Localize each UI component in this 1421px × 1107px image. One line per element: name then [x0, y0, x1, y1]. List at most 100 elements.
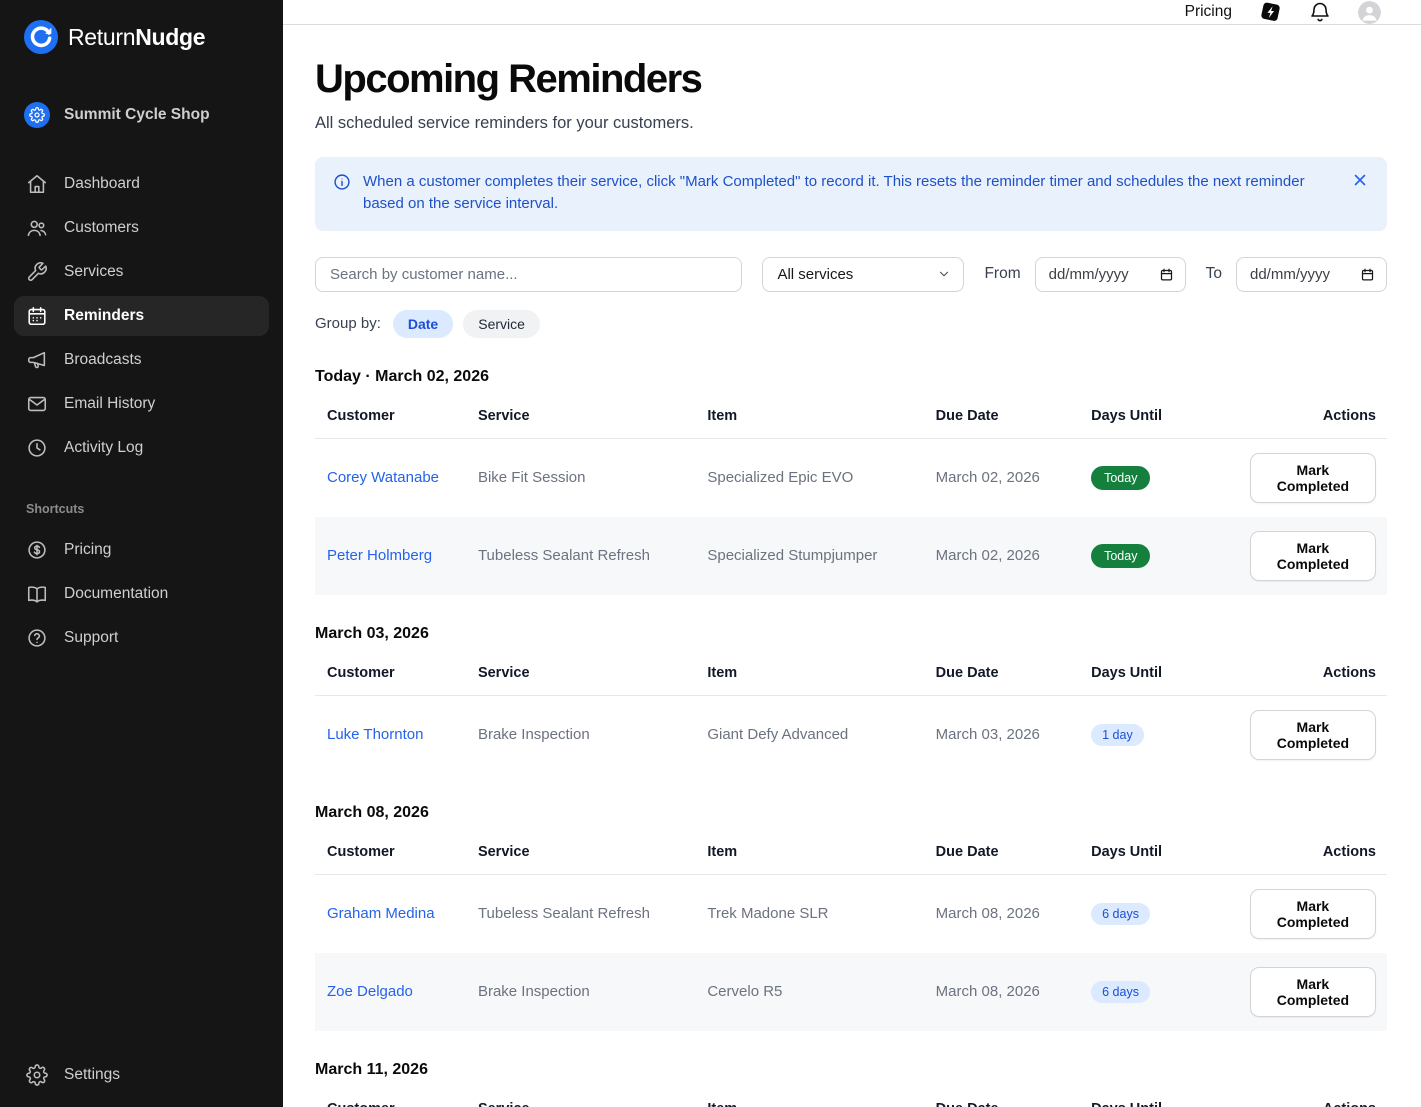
column-header-customer: Customer: [315, 647, 478, 696]
sidebar-item-email-history[interactable]: Email History: [14, 384, 269, 424]
info-banner: When a customer completes their service,…: [315, 157, 1387, 231]
home-icon: [26, 173, 48, 195]
sidebar-item-broadcasts[interactable]: Broadcasts: [14, 340, 269, 380]
reminder-group: Today · March 02, 2026CustomerServiceIte…: [315, 368, 1387, 595]
group-by-pill-date[interactable]: Date: [393, 310, 453, 338]
service-cell: Brake Inspection: [478, 695, 707, 774]
shortcut-item-documentation[interactable]: Documentation: [14, 574, 269, 614]
table-row: Luke Thornton Brake InspectionGiant Defy …: [315, 695, 1387, 774]
app-logo-text: ReturnNudge: [68, 24, 205, 51]
sidebar-item-label: Pricing: [64, 541, 111, 559]
column-header-due-date: Due Date: [936, 390, 1091, 439]
reminder-group: March 11, 2026CustomerServiceItemDue Dat…: [315, 1061, 1387, 1107]
notifications-bell-icon[interactable]: [1308, 0, 1332, 24]
sidebar-item-services[interactable]: Services: [14, 252, 269, 292]
customer-link[interactable]: Corey Watanabe: [327, 469, 439, 486]
item-cell: Trek Madone SLR: [707, 874, 935, 953]
column-header-service: Service: [478, 1083, 707, 1107]
sidebar: ReturnNudge Summit Cycle Shop Dashboard C…: [0, 0, 283, 1107]
column-header-due-date: Due Date: [936, 647, 1091, 696]
days-until-badge: 6 days: [1091, 981, 1150, 1003]
column-header-item: Item: [707, 647, 935, 696]
due-date-cell: March 08, 2026: [936, 953, 1091, 1031]
to-label: To: [1206, 265, 1222, 283]
search-input[interactable]: [315, 257, 742, 292]
book-icon: [26, 583, 48, 605]
page-subtitle: All scheduled service reminders for your…: [315, 114, 1387, 133]
customer-link[interactable]: Graham Medina: [327, 905, 435, 922]
due-date-cell: March 08, 2026: [936, 874, 1091, 953]
service-filter-select[interactable]: All services: [762, 257, 964, 292]
main-area: Pricing Upcoming Reminders All scheduled…: [283, 0, 1421, 1107]
customer-link[interactable]: Luke Thornton: [327, 726, 423, 743]
to-date-placeholder: dd/mm/yyyy: [1250, 266, 1330, 283]
mark-completed-button[interactable]: Mark Completed: [1250, 453, 1376, 503]
info-icon: [333, 173, 351, 191]
column-header-service: Service: [478, 826, 707, 875]
table-row: Zoe DelgadoBrake InspectionCervelo R5Mar…: [315, 953, 1387, 1031]
shop-name: Summit Cycle Shop: [64, 106, 210, 124]
item-cell: Specialized Epic EVO: [707, 438, 935, 517]
calendar-icon[interactable]: [1159, 267, 1174, 282]
group-by-bar: Group by: Date Service: [315, 310, 1387, 338]
column-header-days-until: Days Until: [1091, 826, 1250, 875]
shortcut-item-pricing[interactable]: Pricing: [14, 530, 269, 570]
mark-completed-button[interactable]: Mark Completed: [1250, 710, 1376, 760]
app-logo[interactable]: ReturnNudge: [14, 14, 269, 60]
from-date-input[interactable]: dd/mm/yyyy: [1035, 257, 1186, 292]
page-title: Upcoming Reminders: [315, 57, 1387, 102]
group-heading: March 03, 2026: [315, 625, 1387, 643]
sidebar-item-customers[interactable]: Customers: [14, 208, 269, 248]
shop-switcher[interactable]: Summit Cycle Shop: [14, 94, 269, 136]
users-icon: [26, 217, 48, 239]
filters-bar: All services From dd/mm/yyyy To dd/mm/yy…: [315, 257, 1387, 292]
group-by-pill-service[interactable]: Service: [463, 310, 540, 338]
shortcut-item-support[interactable]: Support: [14, 618, 269, 658]
sidebar-item-settings[interactable]: Settings: [14, 1055, 269, 1095]
column-header-actions: Actions: [1250, 826, 1387, 875]
column-header-service: Service: [478, 647, 707, 696]
column-header-customer: Customer: [315, 1083, 478, 1107]
service-cell: Tubeless Sealant Refresh: [478, 874, 707, 953]
gear-icon: [26, 1064, 48, 1086]
sidebar-item-reminders[interactable]: Reminders: [14, 296, 269, 336]
calendar-icon: [26, 305, 48, 327]
column-header-item: Item: [707, 390, 935, 439]
topbar-pricing-link[interactable]: Pricing: [1185, 3, 1232, 21]
tools-icon: [26, 261, 48, 283]
mark-completed-button[interactable]: Mark Completed: [1250, 967, 1376, 1017]
customer-link[interactable]: Zoe Delgado: [327, 983, 413, 1000]
group-heading: March 11, 2026: [315, 1061, 1387, 1079]
customer-link[interactable]: Peter Holmberg: [327, 547, 432, 564]
brand-bolt-icon[interactable]: [1258, 0, 1282, 24]
sidebar-item-dashboard[interactable]: Dashboard: [14, 164, 269, 204]
reminder-groups: Today · March 02, 2026CustomerServiceIte…: [315, 368, 1387, 1107]
megaphone-icon: [26, 349, 48, 371]
item-cell: Giant Defy Advanced: [707, 695, 935, 774]
user-avatar[interactable]: [1358, 1, 1381, 24]
column-header-actions: Actions: [1250, 647, 1387, 696]
table-row: Peter HolmbergTubeless Sealant RefreshSp…: [315, 517, 1387, 595]
sidebar-item-activity-log[interactable]: Activity Log: [14, 428, 269, 468]
returnnudge-refresh-icon: [24, 20, 58, 54]
reminders-table: CustomerServiceItemDue DateDays UntilAct…: [315, 647, 1387, 774]
due-date-cell: March 03, 2026: [936, 695, 1091, 774]
sidebar-nav: Dashboard Customers ServicesRemindersBroad…: [14, 164, 269, 468]
group-heading: March 08, 2026: [315, 804, 1387, 822]
sidebar-item-label: Email History: [64, 395, 155, 413]
calendar-icon[interactable]: [1360, 267, 1375, 282]
mark-completed-button[interactable]: Mark Completed: [1250, 531, 1376, 581]
close-icon[interactable]: [1351, 171, 1369, 189]
column-header-days-until: Days Until: [1091, 647, 1250, 696]
column-header-service: Service: [478, 390, 707, 439]
mark-completed-button[interactable]: Mark Completed: [1250, 889, 1376, 939]
column-header-days-until: Days Until: [1091, 1083, 1250, 1107]
sidebar-item-label: Customers: [64, 219, 139, 237]
to-date-input[interactable]: dd/mm/yyyy: [1236, 257, 1387, 292]
table-row: Corey WatanabeBike Fit SessionSpecialize…: [315, 438, 1387, 517]
days-until-badge: 1 day: [1091, 724, 1144, 746]
chevron-down-icon: [937, 267, 951, 281]
clock-icon: [26, 437, 48, 459]
group-by-label: Group by:: [315, 315, 381, 332]
reminder-group: March 08, 2026CustomerServiceItemDue Dat…: [315, 804, 1387, 1031]
